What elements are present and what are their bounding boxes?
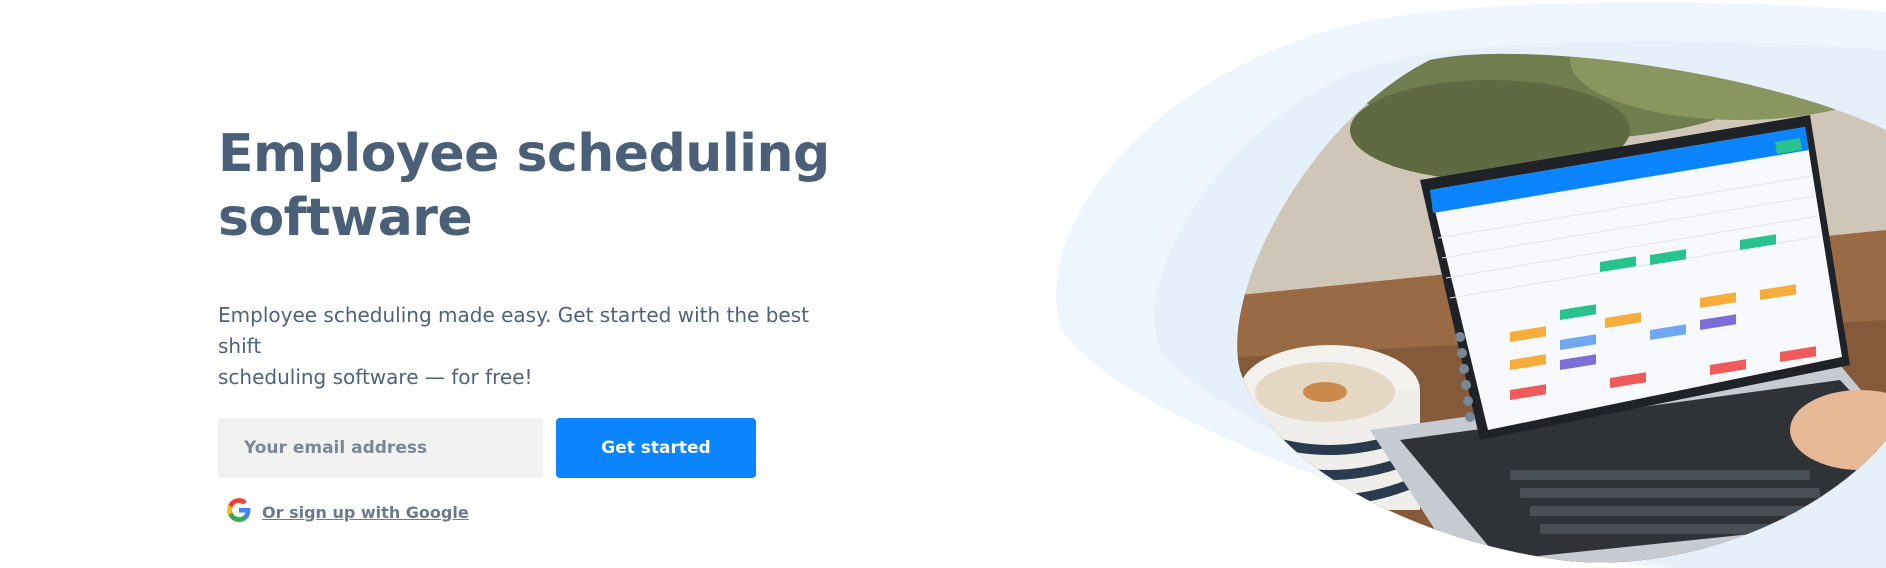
google-icon [226, 497, 252, 527]
hero-text-block: Employee scheduling software Employee sc… [218, 122, 838, 527]
hero-subtitle: Employee scheduling made easy. Get start… [218, 303, 809, 389]
email-field[interactable] [218, 418, 543, 478]
google-signup-link[interactable]: Or sign up with Google [262, 503, 469, 522]
laptop-scheduling-app-icon [1056, 2, 1886, 568]
google-signup[interactable]: Or sign up with Google [226, 497, 838, 527]
hero-illustration [1040, 0, 1886, 568]
page-title: Employee scheduling software [218, 124, 830, 248]
get-started-button[interactable]: Get started [556, 418, 756, 478]
signup-form: Get started [218, 418, 838, 478]
